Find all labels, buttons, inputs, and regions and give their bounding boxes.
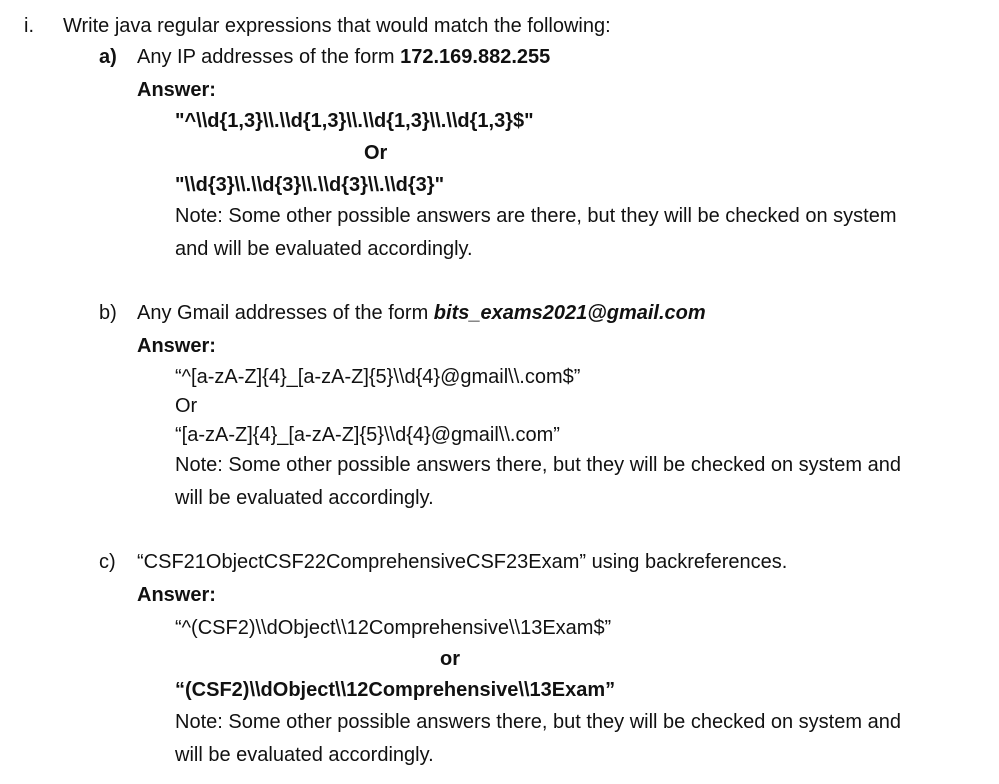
question-number: i.	[24, 15, 34, 37]
part-b-note-1: Note: Some other possible answers there,…	[175, 454, 901, 476]
part-b-regex-2: “[a-zA-Z]{4}_[a-zA-Z]{5}\\d{4}@gmail\\.c…	[175, 424, 560, 446]
part-a-example: 172.169.882.255	[400, 46, 551, 68]
part-a-text: Any IP addresses of the form	[137, 46, 401, 68]
question-text: Write java regular expressions that woul…	[63, 15, 611, 37]
part-a-answer-label: Answer:	[137, 79, 216, 101]
part-a-label: a)	[99, 46, 117, 68]
part-a-regex-1: "^\\d{1,3}\\.\\d{1,3}\\.\\d{1,3}\\.\\d{1…	[175, 110, 534, 132]
part-c-note-1: Note: Some other possible answers there,…	[175, 711, 901, 733]
part-b-example: bits_exams2021@gmail.com	[433, 302, 706, 324]
part-c-question: “CSF21ObjectCSF22ComprehensiveCSF23Exam”…	[137, 551, 788, 573]
part-b-answer-label: Answer:	[137, 335, 216, 357]
part-c-answer-label: Answer:	[137, 584, 216, 606]
part-a-or: Or	[364, 142, 388, 164]
part-b-text: Any Gmail addresses of the form	[137, 302, 434, 324]
part-b-or: Or	[175, 395, 198, 417]
part-c-label: c)	[99, 551, 116, 573]
part-a-regex-2: "\\d{3}\\.\\d{3}\\.\\d{3}\\.\\d{3}"	[175, 174, 445, 196]
part-b-label: b)	[99, 302, 117, 324]
part-b-note-2: will be evaluated accordingly.	[175, 487, 434, 509]
part-b-regex-1: “^[a-zA-Z]{4}_[a-zA-Z]{5}\\d{4}@gmail\\.…	[175, 366, 581, 388]
part-a-note-1: Note: Some other possible answers are th…	[175, 205, 897, 227]
part-b-question: Any Gmail addresses of the form bits_exa…	[137, 300, 706, 326]
part-c-or: or	[440, 648, 460, 670]
part-c-regex-2: “(CSF2)\\dObject\\12Comprehensive\\13Exa…	[175, 679, 616, 701]
part-c-note-2: will be evaluated accordingly.	[175, 744, 434, 766]
part-a-question: Any IP addresses of the form 172.169.882…	[137, 44, 550, 70]
part-c-regex-1: “^(CSF2)\\dObject\\12Comprehensive\\13Ex…	[175, 617, 612, 639]
part-a-note-2: and will be evaluated accordingly.	[175, 238, 473, 260]
